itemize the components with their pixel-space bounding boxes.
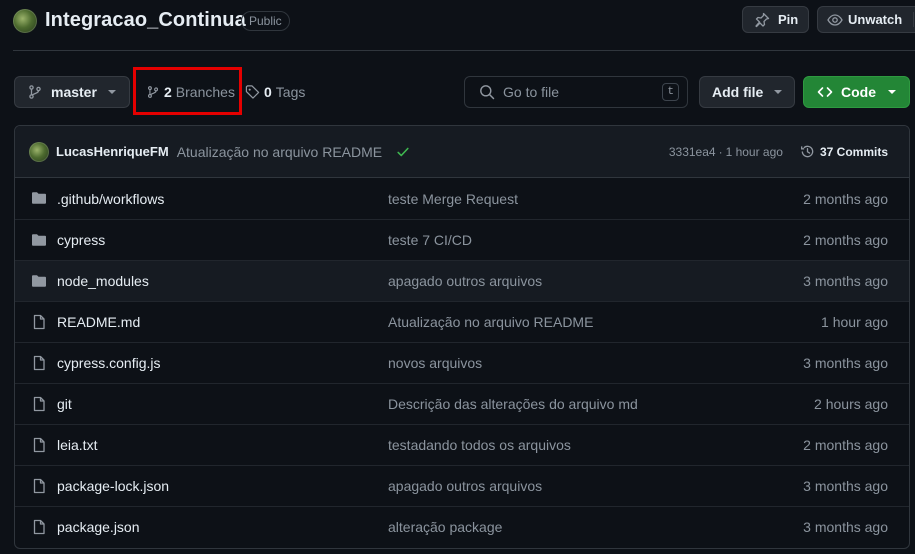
- file-commit-message[interactable]: testadando todos os arquivos: [388, 437, 571, 453]
- git-branch-icon: [146, 84, 160, 100]
- file-commit-age: 3 months ago: [803, 355, 888, 371]
- eye-icon: [827, 12, 843, 28]
- file-browser: LucasHenriqueFM Atualização no arquivo R…: [14, 125, 910, 549]
- file-row[interactable]: leia.txt testadando todos os arquivos 2 mo…: [15, 424, 909, 465]
- file-name-link[interactable]: cypress.config.js: [57, 355, 160, 371]
- unwatch-button[interactable]: Unwatch 1: [817, 6, 915, 33]
- branches-link[interactable]: 2 Branches: [146, 84, 235, 100]
- file-commit-age: 1 hour ago: [821, 314, 888, 330]
- pin-label: Pin: [778, 12, 799, 27]
- file-row[interactable]: cypress.config.js novos arquivos 3 months …: [15, 342, 909, 383]
- file-commit-age: 3 months ago: [803, 519, 888, 535]
- add-file-label: Add file: [712, 84, 764, 100]
- tag-icon: [245, 84, 260, 100]
- commits-link[interactable]: 37 Commits: [820, 145, 888, 159]
- file-name-link[interactable]: git: [57, 396, 72, 412]
- file-icon: [31, 355, 47, 371]
- file-name-link[interactable]: package.json: [57, 519, 140, 535]
- folder-icon: [31, 232, 47, 248]
- visibility-badge: Public: [241, 11, 290, 31]
- commit-author[interactable]: LucasHenriqueFM: [56, 144, 169, 159]
- file-commit-age: 2 months ago: [803, 190, 888, 207]
- file-name-link[interactable]: node_modules: [57, 273, 149, 289]
- file-icon: [31, 478, 47, 494]
- commit-time: 1 hour ago: [725, 144, 783, 159]
- file-row[interactable]: cypress teste 7 CI/CD 2 months ago: [15, 219, 909, 260]
- file-commit-message[interactable]: apagado outros arquivos: [388, 478, 542, 494]
- file-commit-message[interactable]: teste Merge Request: [388, 191, 518, 207]
- add-file-button[interactable]: Add file: [699, 76, 795, 108]
- code-button[interactable]: Code: [803, 76, 910, 108]
- commits-count: 37: [819, 144, 834, 159]
- file-name-link[interactable]: cypress: [57, 232, 105, 248]
- file-commit-message[interactable]: novos arquivos: [388, 355, 482, 371]
- file-commit-message[interactable]: Descrição das alterações do arquivo md: [388, 396, 638, 412]
- commit-separator: ·: [718, 144, 723, 159]
- check-icon: [396, 145, 410, 159]
- file-commit-message[interactable]: alteração package: [388, 519, 502, 535]
- file-commit-age: 2 months ago: [803, 437, 888, 453]
- branches-label: Branches: [175, 84, 235, 100]
- file-commit-age: 3 months ago: [803, 478, 888, 494]
- commit-hash[interactable]: 3331ea4: [669, 145, 716, 159]
- file-commit-age: 2 hours ago: [814, 396, 888, 412]
- file-name-link[interactable]: leia.txt: [57, 437, 97, 453]
- author-avatar[interactable]: [29, 141, 49, 162]
- file-name-link[interactable]: package-lock.json: [57, 478, 169, 494]
- file-icon: [31, 519, 47, 535]
- branch-name: master: [51, 84, 97, 100]
- file-name-link[interactable]: README.md: [57, 314, 140, 330]
- tags-link[interactable]: 0 Tags: [245, 84, 305, 100]
- file-row[interactable]: .github/workflows teste Merge Request 2 mo…: [15, 178, 909, 219]
- unwatch-label: Unwatch: [848, 12, 903, 27]
- file-icon: [31, 437, 47, 453]
- file-name-link[interactable]: .github/workflows: [57, 191, 164, 207]
- file-list: .github/workflows teste Merge Request 2 mo…: [15, 178, 909, 547]
- code-label: Code: [841, 84, 876, 100]
- code-icon: [817, 84, 833, 100]
- commits-label: Commits: [836, 144, 888, 159]
- file-row[interactable]: README.md Atualização no arquivo README 1 …: [15, 301, 909, 342]
- tags-count: 0: [264, 84, 272, 100]
- file-icon: [31, 396, 47, 412]
- latest-commit-bar: LucasHenriqueFM Atualização no arquivo R…: [15, 126, 909, 178]
- file-commit-message[interactable]: teste 7 CI/CD: [388, 232, 472, 248]
- file-commit-message[interactable]: apagado outros arquivos: [388, 273, 542, 289]
- file-commit-age: 3 months ago: [803, 273, 888, 289]
- pin-button[interactable]: Pin: [742, 6, 809, 33]
- commit-message[interactable]: Atualização no arquivo README: [177, 144, 382, 160]
- file-row[interactable]: git Descrição das alterações do arquivo m…: [15, 383, 909, 424]
- file-icon: [31, 314, 47, 330]
- file-commit-message[interactable]: Atualização no arquivo README: [388, 314, 593, 330]
- caret-down-icon: [107, 89, 117, 95]
- folder-icon: [31, 190, 47, 206]
- search-icon: [479, 84, 495, 100]
- file-row[interactable]: node_modules apagado outros arquivos 3 mon…: [15, 260, 909, 301]
- history-icon: [800, 144, 815, 159]
- go-to-file-search[interactable]: Go to file t: [464, 76, 688, 108]
- caret-down-icon: [773, 89, 783, 95]
- search-shortcut-key: t: [662, 83, 679, 101]
- owner-avatar[interactable]: [13, 9, 37, 33]
- pin-icon: [754, 12, 770, 28]
- file-row[interactable]: package.json alteração package 3 months ag…: [15, 506, 909, 547]
- search-placeholder: Go to file: [503, 84, 560, 100]
- branch-select-button[interactable]: master: [14, 76, 130, 108]
- file-row[interactable]: package-lock.json apagado outros arquivos…: [15, 465, 909, 506]
- caret-down-icon: [887, 89, 897, 95]
- folder-icon: [31, 273, 47, 289]
- repo-title[interactable]: Integracao_Continua: [45, 9, 246, 32]
- git-branch-icon: [27, 84, 43, 100]
- tags-label: Tags: [275, 84, 306, 100]
- header-divider: [13, 50, 915, 51]
- file-commit-age: 2 months ago: [803, 232, 888, 248]
- branches-count: 2: [164, 84, 172, 100]
